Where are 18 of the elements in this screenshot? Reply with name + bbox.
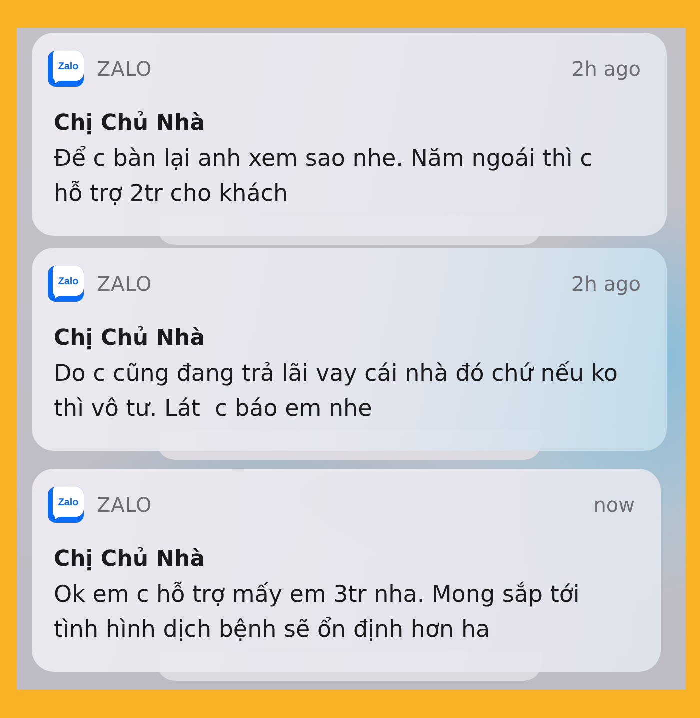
app-name: ZALO <box>97 493 152 517</box>
app-name: ZALO <box>97 272 152 296</box>
app-icon: Zalo <box>48 266 84 302</box>
sender-name: Chị Chủ Nhà <box>54 110 206 138</box>
notification-card[interactable]: Zalo ZALO now Chị Chủ Nhà Ok em c hỗ trợ mấy em 3tr nha. Mong sắp tới tình hình dịch bệnh sẽ ổn định hơn ha <box>32 469 661 672</box>
message-text: Để c bàn lại anh xem sao nhe. Năm ngoái thì c hỗ trợ 2tr cho khách <box>54 145 594 209</box>
notification-card[interactable]: Zalo ZALO 2h ago Chị Chủ Nhà Do c cũng đang trả lãi vay cái nhà đó chứ nếu ko thì vô tư. Lát c báo em nhe <box>32 248 667 451</box>
app-name: ZALO <box>97 57 152 81</box>
app-icon: Zalo <box>48 51 84 87</box>
notification-time: 2h ago <box>572 57 641 81</box>
app-icon: Zalo <box>48 487 84 523</box>
notification-time: 2h ago <box>572 272 641 296</box>
sender-name: Chị Chủ Nhà <box>54 546 206 574</box>
notification-time: now <box>594 493 635 517</box>
notification-card[interactable]: Zalo ZALO 2h ago Chị Chủ Nhà Để c bàn lại anh xem sao nhe. Năm ngoái thì c hỗ trợ 2tr cho khách <box>32 33 667 236</box>
message-text: Ok em c hỗ trợ mấy em 3tr nha. Mong sắp tới tình hình dịch bệnh sẽ ổn định hơn ha <box>54 580 581 645</box>
message-text: Do c cũng đang trả lãi vay cái nhà đó chứ nếu ko thì vô tư. Lát c báo em nhe <box>54 360 619 424</box>
sender-name: Chị Chủ Nhà <box>54 325 206 353</box>
